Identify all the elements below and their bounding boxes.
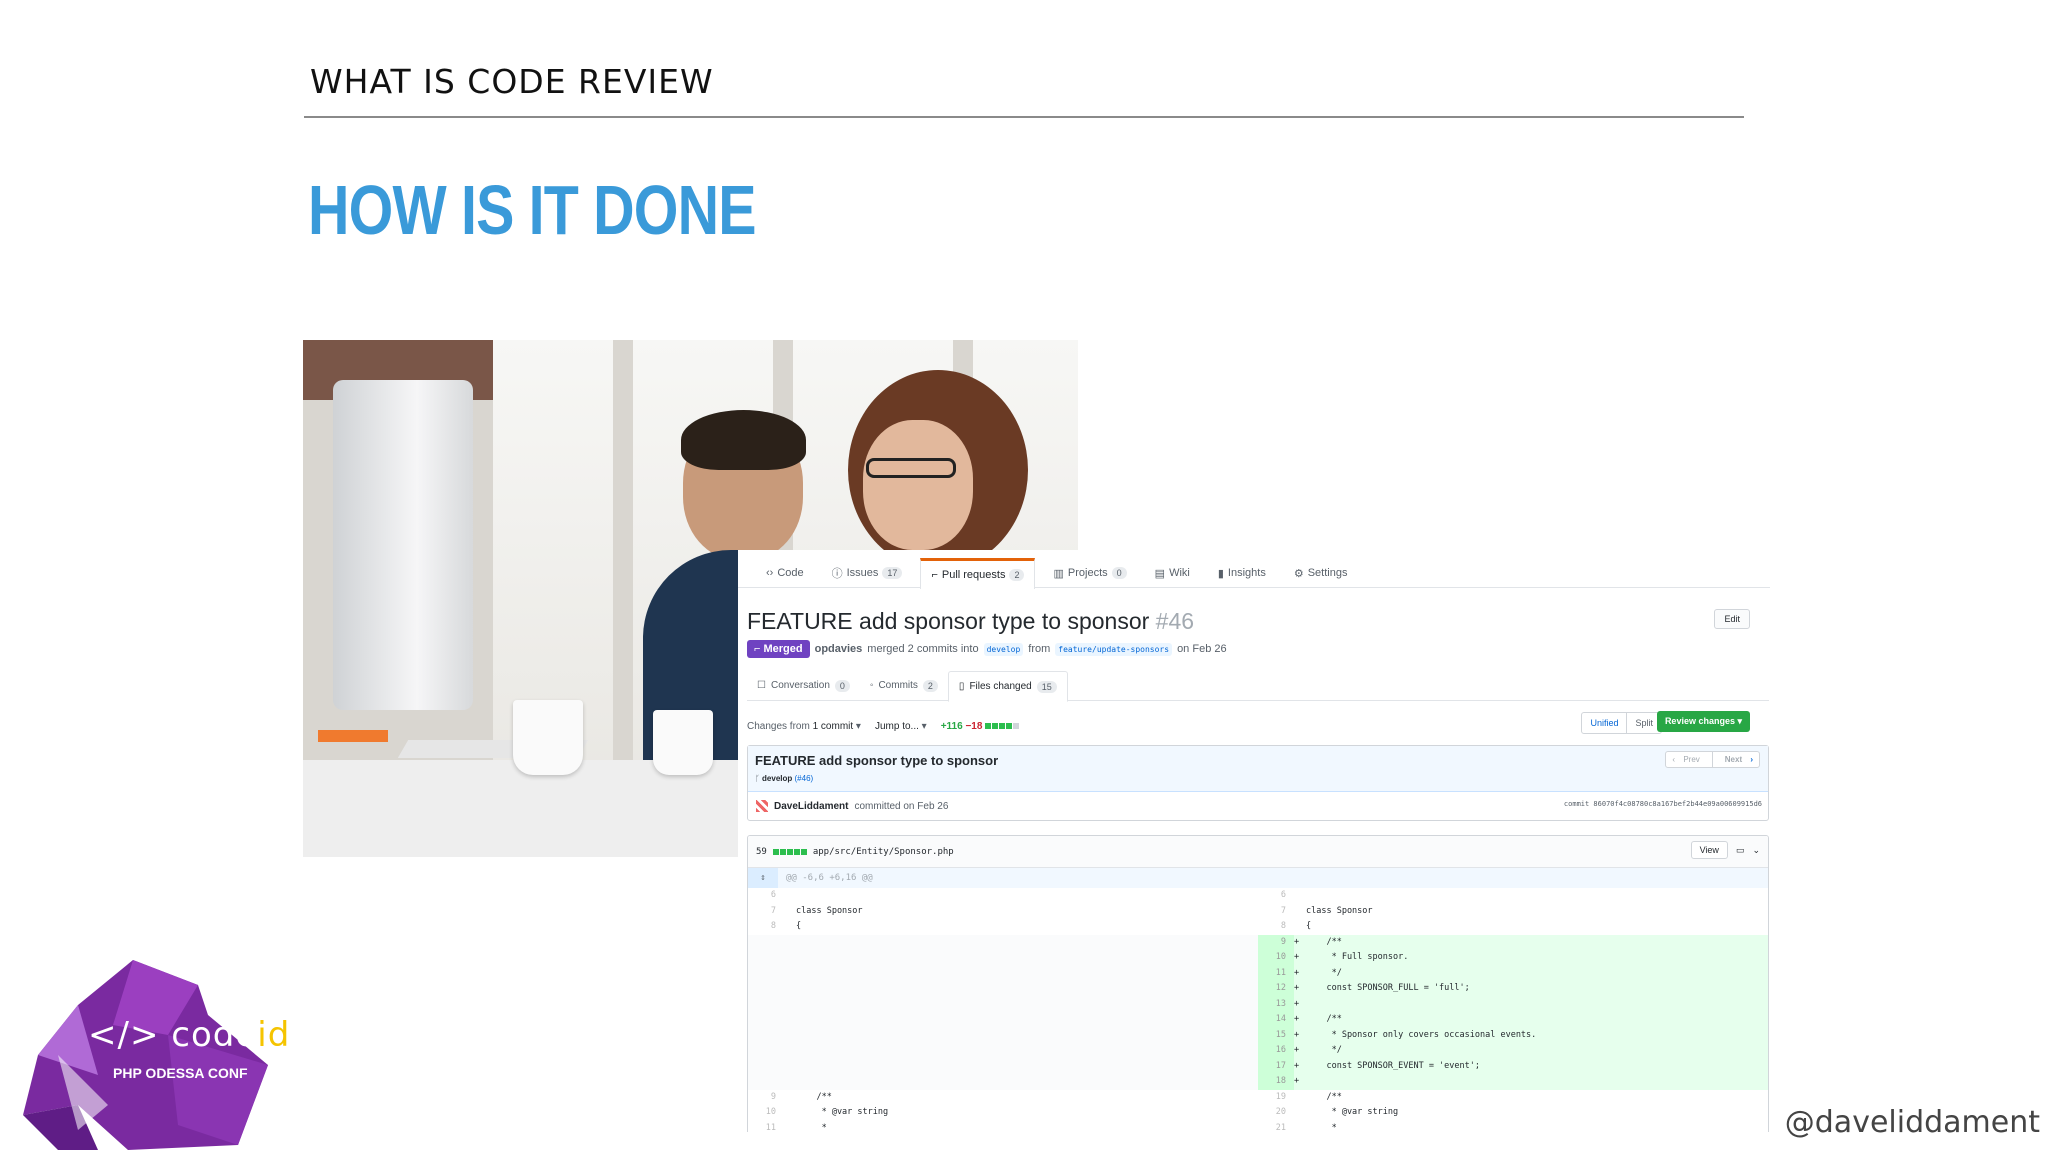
diff-line-added: 17 + const SPONSOR_EVENT = 'event'; bbox=[1258, 1058, 1768, 1074]
branch-icon: ᚴ bbox=[755, 774, 763, 783]
view-file-button[interactable]: View bbox=[1690, 841, 1728, 859]
pull-request-icon: ⌐ bbox=[931, 569, 938, 581]
diff-line-added: 18 + bbox=[1258, 1074, 1768, 1090]
title-divider bbox=[304, 116, 1744, 118]
pr-tabs: ☐ Conversation 0 ◦ Commits 2 ▯ Files changed 1… bbox=[747, 671, 1769, 702]
diff-line-added: 12 + const SPONSOR_FULL = 'full'; bbox=[1258, 981, 1768, 997]
tab-pull-requests[interactable]: ⌐ Pull requests 2 bbox=[920, 558, 1036, 589]
split-button[interactable]: Split bbox=[1627, 713, 1661, 733]
code-icon: ‹› bbox=[766, 567, 774, 579]
pr-title: FEATURE add sponsor type to sponsor #46 bbox=[747, 608, 1195, 634]
diff-line-added: 11 + */ bbox=[1258, 965, 1768, 981]
diff-line: 10 * @var string bbox=[765, 1107, 889, 1117]
pr-number: #46 bbox=[1155, 608, 1195, 634]
diff-left: 6 7 class Sponsor 8{ 9 /** 10 * @var stri… bbox=[748, 888, 1258, 1132]
diff-view-toggle: Unified Split bbox=[1581, 712, 1662, 734]
commit-box: FEATURE add sponsor type to sponsor ᚴ de… bbox=[747, 745, 1769, 821]
twitter-handle: @daveliddament bbox=[1784, 1105, 2040, 1140]
gear-icon: ⚙ bbox=[1293, 567, 1304, 580]
file-path[interactable]: app/src/Entity/Sponsor.php bbox=[813, 847, 954, 857]
commit-title: FEATURE add sponsor type to sponsor bbox=[755, 753, 999, 768]
logo-subtitle: PHP ODESSA CONF bbox=[113, 1065, 248, 1081]
issues-count: 17 bbox=[882, 567, 903, 579]
diff-line-added: 13 + bbox=[1258, 996, 1768, 1012]
tab-commits[interactable]: ◦ Commits 2 bbox=[860, 671, 948, 700]
next-button[interactable]: Next › bbox=[1711, 752, 1759, 767]
base-branch[interactable]: develop bbox=[983, 642, 1024, 656]
github-pull-request-view: ‹› Code ⓘ Issues 17 ⌐ Pull requests 2 ▥ Projec… bbox=[738, 550, 1770, 1132]
review-changes-button[interactable]: Review changes ▾ bbox=[1656, 711, 1750, 732]
issue-icon: ⓘ bbox=[831, 568, 843, 580]
diff-line: 6 bbox=[1280, 890, 1286, 900]
unified-button[interactable]: Unified bbox=[1582, 713, 1628, 733]
avatar[interactable] bbox=[756, 800, 768, 812]
diff-line: 8{ bbox=[1280, 921, 1312, 931]
edit-button[interactable]: Edit bbox=[1714, 609, 1750, 629]
commit-sha[interactable]: commit 86070f4c08780c8a167bef2b44e09a006… bbox=[1564, 800, 1762, 808]
comment-icon: ☐ bbox=[757, 680, 766, 691]
diff-line-added: 9 + /** bbox=[1258, 934, 1768, 950]
diff-line-added: 14 + /** bbox=[1258, 1012, 1768, 1028]
diff-line: 21 * bbox=[1275, 1122, 1337, 1133]
tab-conversation[interactable]: ☐ Conversation 0 bbox=[747, 671, 860, 700]
tab-insights[interactable]: ▮ Insights bbox=[1208, 558, 1276, 588]
repo-nav: ‹› Code ⓘ Issues 17 ⌐ Pull requests 2 ▥ Projec… bbox=[738, 558, 1770, 589]
tab-settings[interactable]: ⚙ Settings bbox=[1284, 558, 1358, 588]
hunk-header: ⇕ @@ -6,6 +6,16 @@ bbox=[748, 868, 1768, 888]
prev-button[interactable]: ‹ Prev bbox=[1666, 752, 1711, 767]
diff-line: 20 * @var string bbox=[1275, 1107, 1399, 1117]
diff-line: 6 bbox=[770, 890, 776, 900]
chevron-down-icon[interactable]: ⌄ bbox=[1752, 845, 1760, 856]
split-diff: 6 7 class Sponsor 8{ 9 /** 10 * @var stri… bbox=[748, 888, 1768, 1132]
tab-wiki[interactable]: ▤ Wiki bbox=[1145, 558, 1200, 588]
graph-icon: ▮ bbox=[1217, 567, 1224, 580]
diff-line-added: 16 + */ bbox=[1258, 1043, 1768, 1059]
projects-count: 0 bbox=[1111, 567, 1127, 579]
diff-line: 7 class Sponsor bbox=[770, 905, 863, 916]
diff-line: 8{ bbox=[770, 921, 802, 931]
tab-code[interactable]: ‹› Code bbox=[756, 558, 814, 588]
diff-line: 7 class Sponsor bbox=[1280, 905, 1373, 916]
pull-requests-count: 2 bbox=[1009, 569, 1025, 581]
diff-right: 6 7 class Sponsor 8{ 9 + /** 10 + * Full sp… bbox=[1258, 888, 1768, 1132]
tab-issues[interactable]: ⓘ Issues 17 bbox=[822, 558, 913, 588]
project-icon: ▥ bbox=[1053, 567, 1064, 580]
file-diffstat-bars bbox=[772, 848, 807, 855]
desktop-icon[interactable]: ▭ bbox=[1736, 845, 1745, 856]
diff-line-added: 10 + * Full sponsor. bbox=[1258, 950, 1768, 966]
commit-icon: ◦ bbox=[869, 680, 874, 691]
head-branch[interactable]: feature/update-sponsors bbox=[1055, 642, 1173, 656]
tab-files-changed[interactable]: ▯ Files changed 15 bbox=[947, 671, 1068, 702]
book-icon: ▤ bbox=[1154, 567, 1166, 580]
diff-line-added: 15 + * Sponsor only covers occasional eve… bbox=[1258, 1027, 1768, 1043]
diff-line: 9 /** bbox=[770, 1091, 832, 1102]
file-diff: 59 app/src/Entity/Sponsor.php View ▭ ⌄ ⇕… bbox=[747, 835, 1769, 1132]
file-changes-count: 59 bbox=[756, 846, 767, 857]
commit-pager: ‹ Prev Next › bbox=[1665, 751, 1760, 768]
section-title: WHAT IS CODE REVIEW bbox=[310, 62, 714, 101]
jump-to-dropdown[interactable]: Jump to... ▾ bbox=[875, 721, 927, 732]
slide-heading: HOW IS IT DONE bbox=[308, 171, 757, 249]
file-diff-icon: ▯ bbox=[958, 681, 965, 692]
logo-wordmark: </> codeid bbox=[88, 1015, 291, 1055]
commit-author[interactable]: DaveLiddament bbox=[774, 801, 848, 812]
merged-badge: ⌐ Merged bbox=[747, 640, 810, 658]
diff-line: 19 /** bbox=[1275, 1091, 1342, 1102]
pr-meta: ⌐ Merged opdavies merged 2 commits into … bbox=[747, 640, 1227, 658]
diffstat: +116 −18 bbox=[941, 721, 1020, 732]
codeid-logo: </> codeid PHP ODESSA CONF bbox=[18, 955, 313, 1150]
diff-line: 11 * bbox=[765, 1122, 827, 1133]
tab-projects[interactable]: ▥ Projects 0 bbox=[1043, 558, 1136, 588]
pr-author[interactable]: opdavies bbox=[815, 643, 863, 655]
commit-select[interactable]: 1 commit bbox=[813, 721, 854, 732]
expand-icon[interactable]: ⇕ bbox=[748, 868, 778, 888]
